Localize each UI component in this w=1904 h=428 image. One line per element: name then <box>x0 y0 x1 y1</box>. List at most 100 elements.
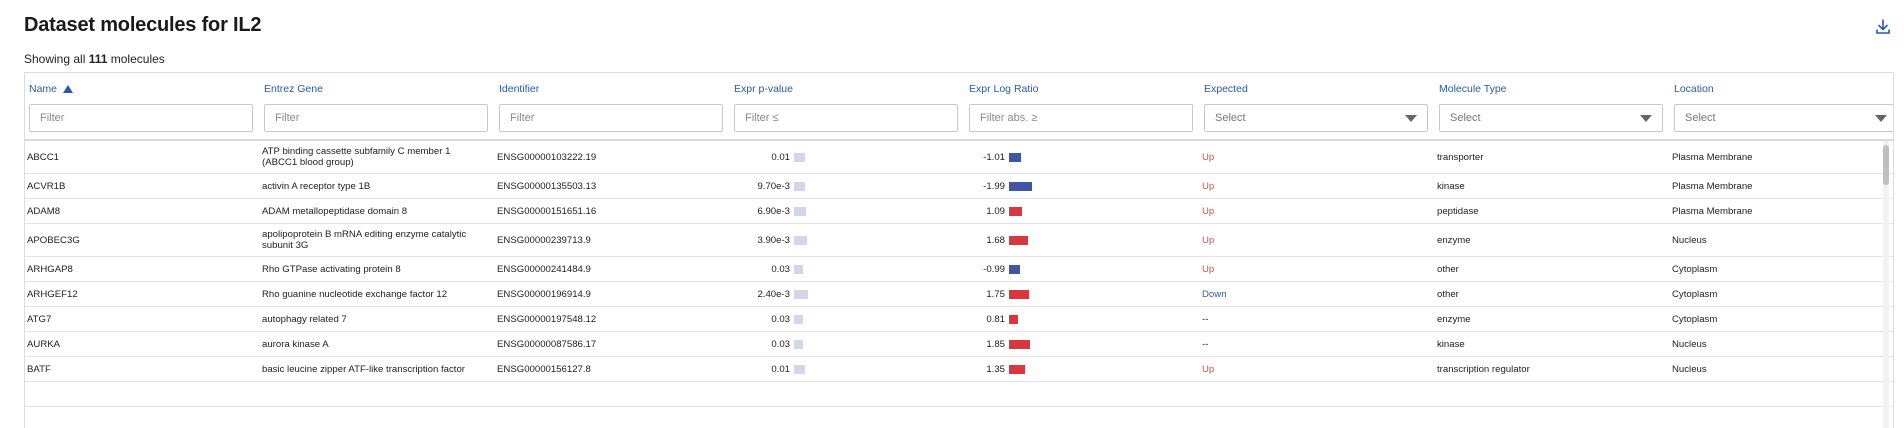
molecule-type: other <box>1437 263 1459 275</box>
cell-name: ARHGAP8 <box>27 257 247 281</box>
column-header-expr-log-ratio[interactable]: Expr Log Ratio <box>969 83 1038 95</box>
pvalue-text: 0.01 <box>771 151 790 163</box>
cell-name: ARHGEF12 <box>27 282 247 306</box>
header-cell-expr-log-ratio: Expr Log Ratio <box>967 73 1197 139</box>
column-header-identifier[interactable]: Identifier <box>499 83 539 95</box>
expected-value: Up <box>1202 363 1215 375</box>
cell-molecule-type: enzyme <box>1437 224 1657 256</box>
cell-expected: Up <box>1202 174 1422 198</box>
pvalue-bar <box>794 264 803 274</box>
log-ratio-bar <box>1009 364 1025 374</box>
molecule-type: transcription regulator <box>1437 363 1530 375</box>
cell-log-ratio: 1.85 <box>967 332 1030 356</box>
cell-pvalue: 0.01 <box>732 141 805 173</box>
sort-ascending-icon[interactable] <box>63 85 74 93</box>
table-row[interactable]: ACVR1B activin A receptor type 1B ENSG0000… <box>25 174 1893 199</box>
table-row[interactable] <box>25 382 1893 407</box>
identifier: ENSG00000103222.19 <box>497 151 597 163</box>
log-ratio-bar <box>1009 152 1021 162</box>
download-icon[interactable] <box>1874 18 1892 36</box>
filter-select-molecule-type[interactable]: Select <box>1439 104 1663 132</box>
molecule-count: Showing all 111 molecules <box>24 52 165 66</box>
table-row[interactable]: ATG7 autophagy related 7 ENSG00000197548.1… <box>25 307 1893 332</box>
showing-suffix: molecules <box>110 52 165 66</box>
cell-molecule-type: kinase <box>1437 332 1657 356</box>
cell-identifier: ENSG00000087586.17 <box>497 332 717 356</box>
log-ratio-bar <box>1009 235 1028 245</box>
table-row[interactable]: ARHGAP8 Rho GTPase activating protein 8 EN… <box>25 257 1893 282</box>
pvalue-bar <box>794 152 805 162</box>
filter-select-expected[interactable]: Select <box>1204 104 1428 132</box>
header-cell-expr-p-value: Expr p-value <box>732 73 962 139</box>
filter-input-entrez-gene[interactable] <box>264 104 488 132</box>
cell-location: Plasma Membrane <box>1672 141 1892 173</box>
expected-value: Up <box>1202 263 1215 275</box>
filter-input-identifier[interactable] <box>499 104 723 132</box>
select-placeholder: Select <box>1450 112 1481 124</box>
location: Nucleus <box>1672 234 1707 246</box>
column-header-location[interactable]: Location <box>1674 83 1714 95</box>
molecule-type: kinase <box>1437 180 1465 192</box>
table-row[interactable]: ABCC1 ATP binding cassette subfamily C me… <box>25 141 1893 174</box>
cell-location: Cytoplasm <box>1672 307 1892 331</box>
filter-input-expr-log-ratio[interactable] <box>969 104 1193 132</box>
pvalue-bar <box>794 289 808 299</box>
cell-location: Nucleus <box>1672 224 1892 256</box>
cell-pvalue: 0.03 <box>732 332 803 356</box>
column-header-expected[interactable]: Expected <box>1204 83 1248 95</box>
column-header-name[interactable]: Name <box>29 83 74 95</box>
log-ratio-bar <box>1009 339 1030 349</box>
log-ratio-bar <box>1009 289 1029 299</box>
log-ratio-text: 1.75 <box>986 288 1005 300</box>
scrollbar-thumb[interactable] <box>1883 145 1889 185</box>
column-header-expr-p-value[interactable]: Expr p-value <box>734 83 793 95</box>
table-row[interactable]: ADAM8 ADAM metallopeptidase domain 8 ENSG0… <box>25 199 1893 224</box>
expected-value: Up <box>1202 180 1215 192</box>
pvalue-bar <box>794 181 805 191</box>
log-ratio-text: -1.99 <box>983 180 1005 192</box>
select-placeholder: Select <box>1685 112 1716 124</box>
cell-identifier: ENSG00000239713.9 <box>497 224 717 256</box>
chevron-down-icon <box>1875 115 1887 122</box>
filter-input-name[interactable] <box>29 104 253 132</box>
identifier: ENSG00000197548.12 <box>497 313 597 325</box>
cell-pvalue: 2.40e-3 <box>732 282 808 306</box>
cell-entrez-gene: apolipoprotein B mRNA editing enzyme cat… <box>262 224 482 256</box>
pvalue-bar <box>794 314 803 324</box>
cell-log-ratio: -0.99 <box>967 257 1020 281</box>
molecule-type: other <box>1437 288 1459 300</box>
cell-entrez-gene: Rho GTPase activating protein 8 <box>262 257 482 281</box>
filter-select-location[interactable]: Select <box>1674 104 1893 132</box>
table-row[interactable]: APOBEC3G apolipoprotein B mRNA editing en… <box>25 224 1893 257</box>
table-row[interactable]: ARHGEF12 Rho guanine nucleotide exchange … <box>25 282 1893 307</box>
column-header-label: Expected <box>1204 83 1248 95</box>
molecule-type: kinase <box>1437 338 1465 350</box>
column-header-molecule-type[interactable]: Molecule Type <box>1439 83 1507 95</box>
pvalue-text: 9.70e-3 <box>757 180 790 192</box>
cell-identifier: ENSG00000196914.9 <box>497 282 717 306</box>
cell-expected: Up <box>1202 357 1422 381</box>
location: Plasma Membrane <box>1672 205 1753 217</box>
chevron-down-icon <box>1640 115 1652 122</box>
cell-molecule-type: kinase <box>1437 174 1657 198</box>
header-cell-entrez-gene: Entrez Gene <box>262 73 492 139</box>
molecule-name: ACVR1B <box>27 180 66 192</box>
identifier: ENSG00000135503.13 <box>497 180 597 192</box>
log-ratio-text: 1.68 <box>986 234 1005 246</box>
pvalue-text: 2.40e-3 <box>757 288 790 300</box>
molecule-type: enzyme <box>1437 313 1471 325</box>
entrez-gene: apolipoprotein B mRNA editing enzyme cat… <box>262 229 467 251</box>
column-header-entrez-gene[interactable]: Entrez Gene <box>264 83 323 95</box>
select-placeholder: Select <box>1215 112 1246 124</box>
location: Cytoplasm <box>1672 313 1718 325</box>
table-row[interactable]: AURKA aurora kinase A ENSG00000087586.17 0.… <box>25 332 1893 357</box>
molecules-table: Name Entrez Gene Identifier Expr p-value Exp… <box>24 72 1894 428</box>
table-row[interactable]: BATF basic leucine zipper ATF-like transc… <box>25 357 1893 382</box>
filter-input-expr-p-value[interactable] <box>734 104 958 132</box>
cell-molecule-type: transcription regulator <box>1437 357 1657 381</box>
log-ratio-text: 0.81 <box>986 313 1005 325</box>
cell-log-ratio: 0.81 <box>967 307 1018 331</box>
entrez-gene: autophagy related 7 <box>262 313 347 325</box>
cell-entrez-gene: aurora kinase A <box>262 332 482 356</box>
cell-location: Plasma Membrane <box>1672 199 1892 223</box>
